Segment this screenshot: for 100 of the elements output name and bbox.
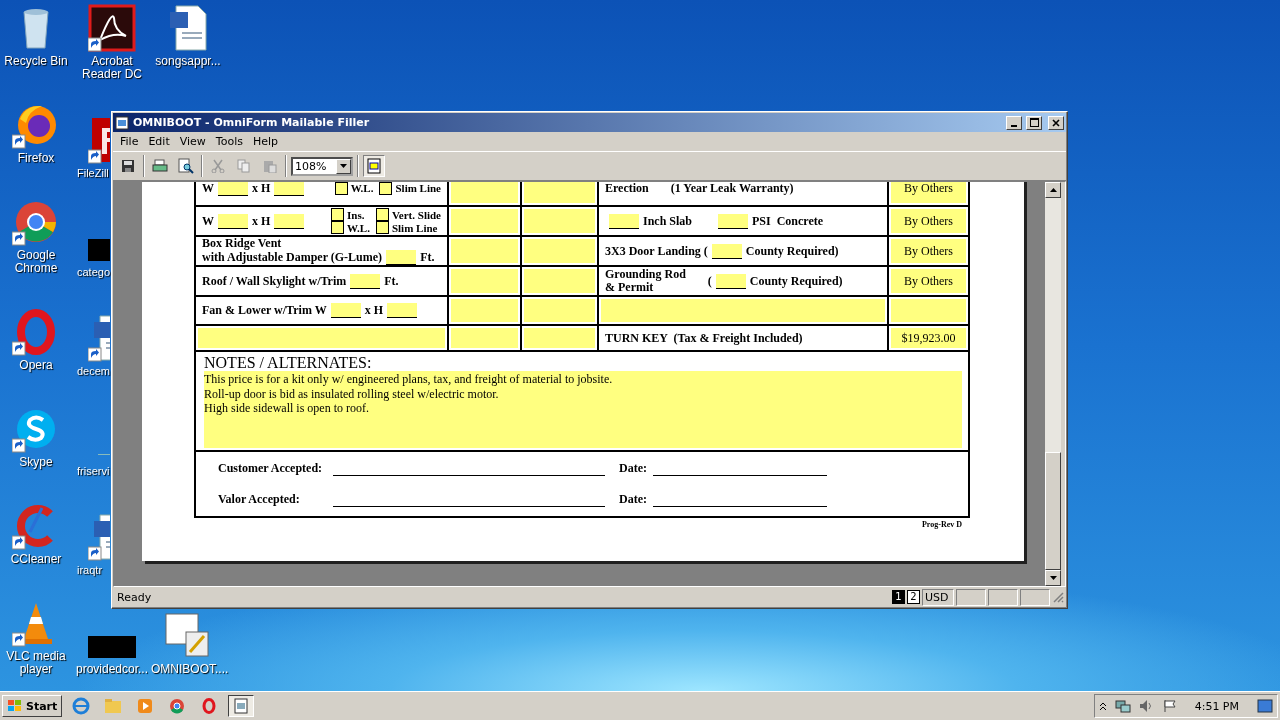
checkbox-label: Ins. [347,208,365,221]
menu-item[interactable]: Help [247,135,284,148]
minimize-button[interactable] [1006,115,1022,130]
form-label: x H [252,182,271,195]
icon-label[interactable]: Firefox [17,152,55,165]
checkbox-label: W.L. [350,182,374,194]
checkbox[interactable] [334,182,348,195]
checkbox[interactable] [331,208,345,221]
price-field[interactable]: By Others [891,239,966,263]
close-icon [1052,118,1060,127]
form-label: Roof / Wall Skylight w/Trim [202,274,347,288]
input-field[interactable] [524,239,595,263]
menu-item[interactable]: View [174,135,211,148]
form-label: 3X3 Door Landing ( [605,244,708,258]
form-icon [115,115,129,130]
maximize-button[interactable] [1026,115,1042,130]
signature-label: Customer Accepted: [218,461,324,476]
price-field[interactable]: By Others [891,182,966,203]
input-field[interactable] [524,209,595,233]
resize-grip-icon [1052,591,1064,603]
form-label: Ft. [384,274,399,288]
page-tab[interactable]: 2 [907,590,920,604]
input-field[interactable] [451,328,518,348]
scroll-up-button[interactable] [1045,182,1061,198]
form-view-button[interactable] [363,155,385,177]
form-label: & Permit [605,281,654,294]
form-label: Fan & Lower w/Trim W [202,304,327,317]
up-arrow-icon [1049,188,1057,192]
notes-field[interactable]: This price is for a kit only w/ engineered plans, tax, and freight of material to jobsite. Roll-up door is bid as insulated rolling steel w/electric motor. High side sidewall is open to roof. [204,371,962,448]
network-icon[interactable] [1114,699,1131,713]
icon-label[interactable]: iraqtr [74,563,103,577]
price-field[interactable]: $19,923.00 [891,328,966,348]
menu-item[interactable]: File [115,135,144,148]
icon-label[interactable]: catego [74,266,111,280]
input-field[interactable] [524,299,595,322]
vertical-scrollbar[interactable] [1045,182,1061,586]
menu-item[interactable]: Edit [143,135,175,148]
price-field[interactable] [891,299,966,322]
paste-icon [263,159,277,173]
input-field[interactable] [451,209,518,233]
form-icon [367,158,381,174]
input-field[interactable] [601,299,885,322]
form-label: (1 Year Leak Warranty) [670,182,794,195]
input-field[interactable] [451,239,518,263]
checkbox[interactable] [331,221,345,234]
icon-label[interactable]: decem [74,365,111,379]
clock[interactable]: 4:51 PM [1194,699,1239,713]
icon-label[interactable]: Acrobat Reader DC [75,55,149,81]
price-field[interactable]: By Others [891,269,966,293]
icon-label[interactable]: CCleaner [10,553,62,566]
icon-label[interactable]: songsappr... [155,55,221,68]
printer-icon [152,159,168,173]
checkbox[interactable] [375,221,389,234]
checkbox-label: Vert. Slide [391,208,441,221]
form-app-icon[interactable] [228,695,255,717]
maximize-icon [1029,118,1039,127]
signature-label: Valor Accepted: [218,492,301,507]
scissors-icon [211,159,225,173]
input-field[interactable] [524,269,595,293]
windows-logo-icon [7,699,23,713]
checkbox[interactable] [379,182,393,195]
menu-item[interactable]: Tools [210,135,248,148]
checkbox[interactable] [375,208,389,221]
input-field[interactable] [451,182,518,203]
save-icon [121,159,135,173]
icon-label[interactable]: Recycle Bin [4,55,68,68]
dropdown-button[interactable] [336,158,351,174]
form-label: Ft. [420,251,435,264]
close-button[interactable] [1048,115,1064,130]
input-field[interactable] [451,299,518,322]
form-label: x H [252,214,271,228]
checkbox-label: Slim Line [391,221,438,234]
down-arrow-icon [1049,576,1057,580]
form-label: Box Ridge Vent [202,237,282,250]
form-revision: Prog-Rev D [920,519,963,529]
price-field[interactable]: By Others [891,209,966,233]
scroll-thumb[interactable] [1045,452,1061,570]
icon-label[interactable]: Skype [19,456,53,469]
start-button[interactable]: Start [2,695,63,717]
notes-heading: NOTES / ALTERNATES: [204,354,373,371]
chevron-icon[interactable] [1098,701,1107,711]
input-field[interactable] [524,182,595,203]
flag-icon[interactable] [1162,699,1177,713]
input-field[interactable] [524,328,595,348]
page-tab[interactable]: 1 [892,590,905,604]
icon-label[interactable]: FileZill [74,167,109,181]
icon-label[interactable]: Google Chrome [0,249,73,275]
window-title: OMNIBOOT - OmniForm Mailable Filler [133,116,371,129]
status-pane [956,588,986,606]
input-field[interactable] [198,328,445,348]
input-field[interactable] [451,269,518,293]
zoom-dropdown[interactable]: 108% [291,156,353,176]
form-label: W [202,214,214,228]
icon-label[interactable]: friservi [74,464,110,478]
form-label: Grounding Rod [605,268,686,281]
scroll-down-button[interactable] [1045,570,1061,586]
icon-label[interactable]: Opera [19,359,53,372]
checkbox-label: Slim Line [395,182,441,194]
minimize-icon [1011,124,1017,127]
checkbox-label: W.L. [347,221,370,234]
